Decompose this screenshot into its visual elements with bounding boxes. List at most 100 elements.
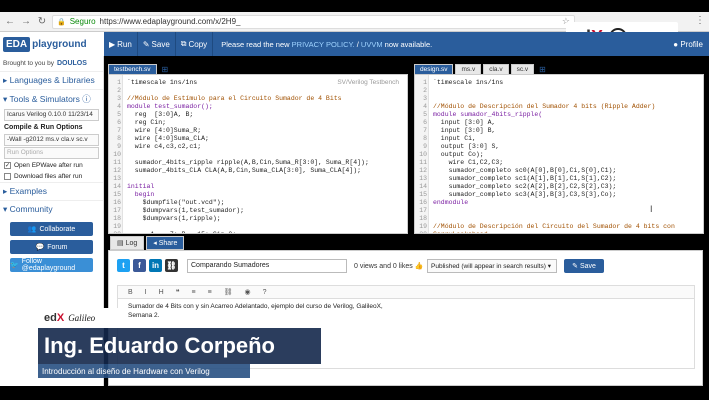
- edx-logo: edX: [44, 312, 65, 324]
- pencil-icon: ✎: [142, 39, 150, 49]
- code-text: input [3:0] A,: [433, 119, 496, 126]
- compile-options-input[interactable]: -Wall -g2012 ms.v cla.v sc.v: [4, 134, 99, 146]
- secure-label: Seguro: [69, 17, 96, 26]
- bold-icon[interactable]: B: [128, 289, 133, 296]
- code-text: `timescale 1ns/1ns: [433, 79, 504, 86]
- copy-button[interactable]: ⧉ Copy: [176, 32, 214, 56]
- tools-section[interactable]: ▾ Tools & Simulators ⓘ: [0, 89, 103, 108]
- line-number: 16: [419, 199, 427, 206]
- code-text: endmodule: [433, 199, 469, 206]
- profile-menu[interactable]: ● Profile: [673, 40, 709, 49]
- simulator-select[interactable]: Icarus Verilog 0.10.0 11/23/14: [4, 109, 99, 121]
- tab-file[interactable]: ms.v: [455, 64, 482, 74]
- code-text: CarryLookahead: [433, 231, 488, 233]
- add-file-icon[interactable]: ⊞: [536, 65, 549, 74]
- tab-log[interactable]: ▤ Log: [110, 236, 145, 250]
- code-text: input Ci,: [433, 135, 476, 142]
- code-text: begin: [127, 191, 155, 198]
- line-number: 14: [419, 183, 427, 190]
- link-icon[interactable]: ⛓: [224, 288, 233, 296]
- design-tabs: design.sv ms.v cla.v sc.v ⊞: [414, 60, 549, 74]
- line-number: 19: [113, 223, 121, 230]
- twitter-share-icon[interactable]: t: [117, 259, 130, 272]
- save-button[interactable]: ✎ Save: [138, 32, 176, 56]
- run-options-input[interactable]: Run Options: [4, 147, 99, 159]
- code-text: $dumpvars(1,ripple);: [127, 215, 221, 222]
- share-save-button[interactable]: ✎ Save: [564, 259, 604, 273]
- line-number: 10: [113, 151, 121, 158]
- line-number: 3: [117, 95, 121, 102]
- examples-section[interactable]: ▸ Examples: [0, 182, 103, 200]
- add-file-icon[interactable]: ⊞: [159, 65, 172, 74]
- linkedin-share-icon[interactable]: in: [149, 259, 162, 272]
- line-number: 18: [419, 215, 427, 222]
- share-title-input[interactable]: Comparando Sumadores: [187, 259, 347, 273]
- app-topbar: EDA playground ▶ Run ✎ Save ⧉ Copy Pleas…: [0, 32, 709, 56]
- preview-icon[interactable]: ◉: [245, 288, 251, 296]
- line-number: 6: [423, 119, 427, 126]
- run-button[interactable]: ▶ Run: [104, 32, 138, 56]
- uvvm-link[interactable]: UVVM: [361, 40, 383, 49]
- pencil-icon: ✎: [572, 263, 578, 270]
- testbench-editor[interactable]: SV/Verilog Testbench 1 `timescale 1ns/1ns…: [108, 74, 408, 234]
- code-text: //Módulo de Descripción del Circuito del…: [433, 223, 675, 230]
- italic-icon[interactable]: I: [145, 289, 147, 296]
- tab-file[interactable]: design.sv: [414, 64, 454, 74]
- community-section[interactable]: ▾ Community: [0, 200, 103, 218]
- design-editor[interactable]: 1 `timescale 1ns/1ns 2 3 4 //Módulo de Descri…: [414, 74, 704, 234]
- facebook-share-icon[interactable]: f: [133, 259, 146, 272]
- forum-button[interactable]: 💬 Forum: [10, 240, 93, 254]
- tab-file[interactable]: cla.v: [483, 64, 509, 74]
- line-number: 2: [423, 87, 427, 94]
- address-bar[interactable]: 🔒 Seguro https://www.edaplayground.com/x…: [52, 14, 575, 29]
- compile-options-label: Compile & Run Options: [4, 124, 83, 131]
- overlay-logos: edX Galileo: [38, 308, 126, 328]
- reload-icon[interactable]: ↻: [36, 16, 48, 28]
- twitter-icon: 🐦: [10, 262, 19, 269]
- line-number: 17: [113, 207, 121, 214]
- tab-testbench[interactable]: testbench.sv: [108, 64, 157, 74]
- tab-file[interactable]: sc.v: [510, 64, 535, 74]
- eda-playground-logo[interactable]: EDA playground: [0, 32, 104, 56]
- visibility-select[interactable]: Published (will appear in search results…: [427, 259, 557, 273]
- collaborate-button[interactable]: 👥 Collaborate: [10, 222, 93, 236]
- sponsor: Brought to you by DOULOS: [3, 60, 87, 67]
- code-text: output Co);: [433, 151, 484, 158]
- browser-menu-icon[interactable]: ⋮: [695, 15, 705, 26]
- bullet-list-icon[interactable]: ≡: [191, 289, 195, 296]
- play-icon: ▶: [109, 39, 116, 49]
- line-number: 15: [419, 191, 427, 198]
- forward-icon[interactable]: →: [20, 16, 32, 28]
- doulos-logo[interactable]: DOULOS: [57, 60, 87, 67]
- help-icon[interactable]: ?: [263, 289, 267, 296]
- link-share-icon[interactable]: ⛓: [165, 259, 178, 272]
- tab-share[interactable]: ◂ Share: [146, 236, 185, 250]
- code-text: sumador_completo sc1(A[1],B[1],C1,S[1],C…: [433, 175, 617, 182]
- line-number: 18: [113, 215, 121, 222]
- line-number: 11: [419, 159, 427, 166]
- languages-section[interactable]: ▸ Languages & Libraries: [0, 71, 103, 89]
- numbered-list-icon[interactable]: ≡: [208, 289, 212, 296]
- thumbs-up-icon[interactable]: 👍: [415, 263, 424, 270]
- line-number: 1: [117, 79, 121, 86]
- testbench-tabs: testbench.sv ⊞: [108, 60, 171, 74]
- quote-icon[interactable]: ❝: [176, 288, 180, 296]
- editor-language-label: SV/Verilog Testbench: [337, 79, 399, 86]
- download-checkbox[interactable]: Download files after run: [0, 171, 103, 182]
- letterbox-bar: [0, 386, 709, 400]
- line-number: 13: [419, 175, 427, 182]
- code-text: sumador_completo sc0(A[0],B[0],Ci,S[0],C…: [433, 167, 617, 174]
- line-number: 8: [117, 135, 121, 142]
- back-icon[interactable]: ←: [4, 16, 16, 28]
- line-number: 8: [423, 135, 427, 142]
- epwave-checkbox[interactable]: ✓ Open EPWave after run: [0, 160, 103, 171]
- presenter-name: Ing. Eduardo Corpeño: [38, 328, 321, 364]
- url-text: https://www.edaplayground.com/x/2H9_: [99, 17, 241, 26]
- line-number: 20: [109, 231, 121, 233]
- twitter-follow-button[interactable]: 🐦 Follow @edaplayground: [10, 258, 93, 272]
- privacy-policy-link[interactable]: PRIVACY POLICY.: [292, 40, 355, 49]
- code-text: reg [3:0]A, B;: [127, 111, 194, 118]
- heading-icon[interactable]: H: [159, 289, 164, 296]
- line-number: 4: [423, 103, 427, 110]
- copy-icon: ⧉: [180, 39, 187, 48]
